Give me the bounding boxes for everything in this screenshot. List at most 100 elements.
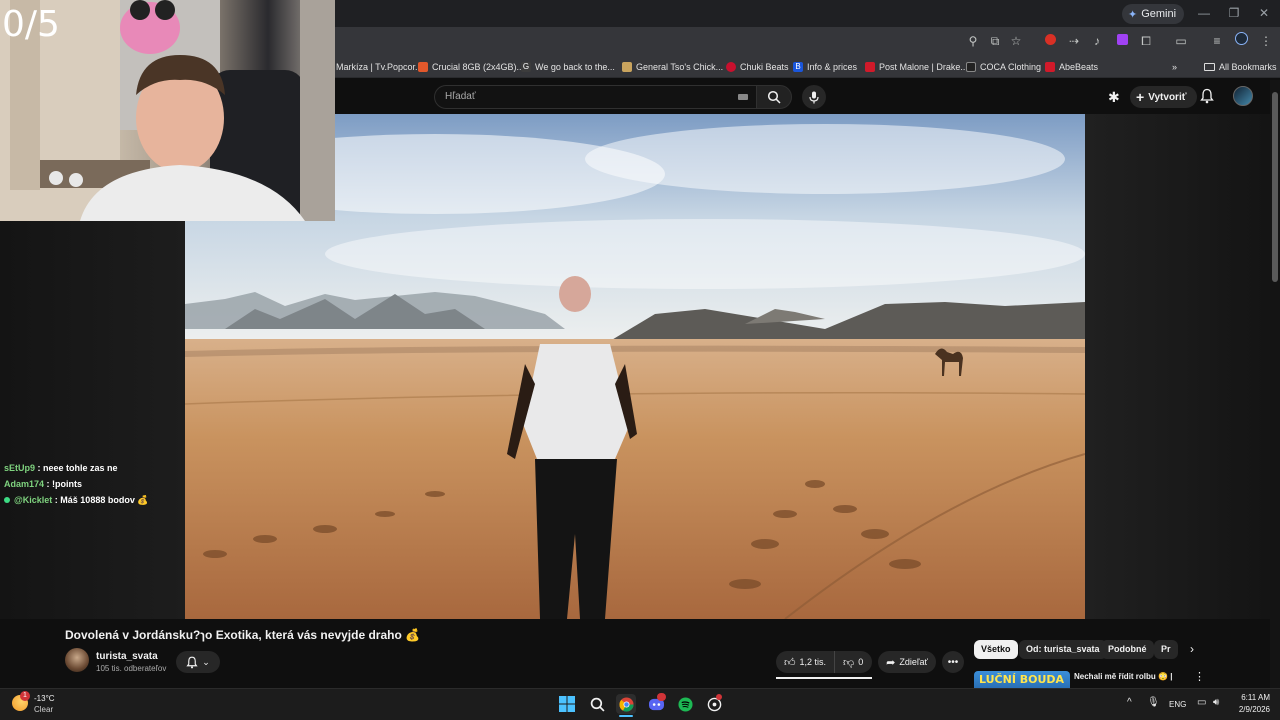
chat-message: @Kicklet : Máš 10888 bodov 💰 (4, 495, 149, 506)
account-avatar[interactable] (1233, 86, 1253, 106)
create-label: Vytvoriť (1148, 91, 1187, 103)
dislike-button[interactable]: 👎︎ 0 (835, 651, 871, 673)
bookmark-label: COCA Clothing (980, 62, 1042, 72)
player-side-right (1085, 114, 1270, 619)
tray-overflow-icon[interactable]: ^ (1127, 697, 1132, 708)
close-icon[interactable]: ✕ (1254, 5, 1274, 21)
chat-text: : neee tohle zas ne (35, 463, 118, 473)
weather-description[interactable]: Clear (34, 705, 53, 714)
bookmarks-overflow-icon[interactable]: » (1172, 59, 1177, 75)
gemini-button[interactable]: ✦ Gemini (1122, 4, 1185, 24)
bookmark-item[interactable]: Markíza | Tv.Popcor... (336, 59, 423, 75)
like-button[interactable]: 👍︎ 1,2 tis. (776, 651, 836, 673)
chat-message: sEtUp9 : neee tohle zas ne (4, 463, 118, 473)
bookmark-favicon-icon (622, 62, 632, 72)
subscriber-count: 105 tis. odberateľov (96, 664, 167, 673)
chips-next-icon[interactable]: › (1190, 642, 1194, 656)
chip-all[interactable]: Všetko (974, 640, 1018, 659)
media-controls-icon[interactable]: ≡ (1208, 32, 1226, 50)
dislike-count: 0 (858, 657, 864, 667)
subscribed-bell-button[interactable]: ⌄ (176, 651, 220, 673)
gemini-icon: ✦ (1128, 8, 1138, 21)
folder-icon (1204, 63, 1215, 71)
extensions-puzzle-icon[interactable]: ⧠ (1137, 32, 1155, 50)
spotify-icon[interactable] (675, 694, 695, 714)
menu-kebab-icon[interactable]: ⋮ (1257, 32, 1275, 50)
install-app-icon[interactable]: ⧉ (986, 32, 1004, 50)
bookmark-star-icon[interactable]: ☆ (1007, 32, 1025, 50)
bookmark-item[interactable]: COCA Clothing (966, 59, 1041, 75)
more-actions-button[interactable]: ••• (942, 651, 964, 673)
tab-search-icon[interactable]: ▭ (1172, 32, 1190, 50)
bookmark-item[interactable]: Crucial 8GB (2x4GB)... (418, 59, 524, 75)
gemini-sparkle-icon[interactable]: ✱ (1108, 89, 1120, 106)
more-horizontal-icon: ••• (947, 656, 959, 668)
share-button[interactable]: ➦ Zdieľať (878, 651, 936, 673)
bookmark-favicon-icon (966, 62, 976, 72)
voice-search-button[interactable] (802, 85, 826, 109)
like-count: 1,2 tis. (799, 657, 827, 667)
bookmark-item[interactable]: G We go back to the... (521, 59, 615, 75)
scrollbar-thumb[interactable] (1272, 92, 1278, 282)
bookmark-item[interactable]: AbeBeats (1045, 59, 1098, 75)
gemini-label: Gemini (1141, 8, 1177, 20)
minimize-icon[interactable]: — (1194, 5, 1214, 21)
bookmark-label: Markíza | Tv.Popcor... (336, 62, 423, 72)
chat-username: Adam174 (4, 479, 45, 489)
search-input[interactable]: Hľadať (434, 85, 756, 109)
clock-date[interactable]: 2/9/2026 (1232, 705, 1270, 714)
bookmark-favicon-icon (726, 62, 736, 72)
network-icon[interactable]: ▭ (1197, 697, 1206, 708)
start-windows-icon[interactable] (557, 694, 577, 714)
all-bookmarks-button[interactable]: All Bookmarks (1204, 59, 1277, 75)
bookmark-label: Crucial 8GB (2x4GB)... (432, 62, 525, 72)
bookmark-item[interactable]: Chuki Beats (726, 59, 789, 75)
extension-arrows-icon[interactable]: ⇢ (1065, 32, 1083, 50)
thumbs-up-icon: 👍︎ (784, 656, 796, 669)
share-label: Zdieľať (899, 657, 928, 667)
channel-avatar[interactable] (65, 648, 89, 672)
recommended-title[interactable]: Nechali mě řídit rolbu 😳 | (1074, 672, 1172, 681)
bookmark-favicon-icon: B (793, 62, 803, 72)
extension-purple-icon[interactable] (1113, 32, 1131, 50)
channel-name[interactable]: turista_svata (96, 651, 158, 662)
clock-time[interactable]: 6:11 AM (1232, 693, 1270, 702)
bookmark-label: Post Malone | Drake... (879, 62, 968, 72)
chip-related[interactable]: Podobné (1101, 640, 1154, 659)
zoom-icon[interactable]: ⚲ (964, 32, 982, 50)
extension-red-icon[interactable] (1041, 32, 1059, 50)
steelseries-badge (716, 694, 722, 700)
weather-temperature[interactable]: -13°C (34, 694, 55, 703)
microphone-icon (809, 91, 819, 103)
chat-message: Adam174 : !points (4, 479, 82, 489)
bookmark-favicon-icon (1045, 62, 1055, 72)
share-icon: ➦ (886, 656, 896, 669)
recommended-more-icon[interactable]: ⋮ (1194, 670, 1205, 683)
create-button[interactable]: + Vytvoriť (1130, 86, 1197, 108)
thumbs-down-icon: 👎︎ (843, 656, 855, 669)
restore-icon[interactable]: ❐ (1224, 5, 1244, 21)
chrome-icon[interactable] (616, 694, 636, 714)
input-language[interactable]: ENG (1169, 700, 1186, 709)
keyboard-icon[interactable] (738, 94, 748, 100)
discord-badge (657, 693, 666, 701)
chat-text: : Máš 10888 bodov 💰 (52, 495, 149, 505)
bell-icon (186, 656, 198, 668)
bookmark-item[interactable]: B Info & prices (793, 59, 857, 75)
bookmark-item[interactable]: Post Malone | Drake... (865, 59, 968, 75)
bookmark-favicon-icon (418, 62, 428, 72)
profile-avatar-icon[interactable] (1232, 32, 1250, 50)
volume-icon[interactable]: 🔊︎ (1213, 697, 1219, 708)
chip-from-channel[interactable]: Od: turista_svata (1019, 640, 1107, 659)
bookmark-item[interactable]: General Tso's Chick... (622, 59, 723, 75)
like-underline (776, 677, 872, 679)
search-button[interactable] (756, 85, 792, 109)
bookmark-label: Chuki Beats (740, 62, 789, 72)
tray-microphone-icon[interactable]: 🎙︎ (1147, 697, 1160, 708)
all-bookmarks-label: All Bookmarks (1219, 62, 1277, 72)
taskbar-search-icon[interactable] (587, 694, 607, 714)
chip-partial[interactable]: Pr (1154, 640, 1178, 659)
bookmark-label: AbeBeats (1059, 62, 1099, 72)
extension-audio-icon[interactable]: ♪ (1088, 32, 1106, 50)
notifications-bell-icon[interactable] (1200, 88, 1214, 109)
